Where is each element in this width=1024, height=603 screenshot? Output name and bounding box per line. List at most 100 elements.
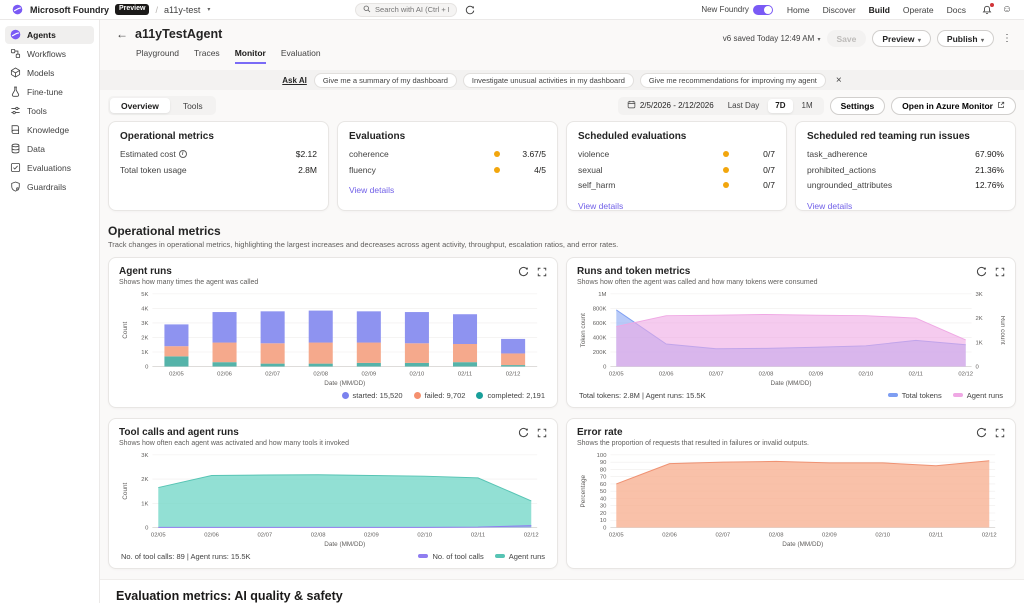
sidebar-item-fine-tune[interactable]: Fine-tune [5,83,94,101]
chevron-down-icon: ▾ [981,38,984,44]
back-arrow-icon[interactable]: ← [116,27,128,41]
nav-build[interactable]: Build [869,5,890,15]
new-foundry-toggle-group: New Foundry [701,5,773,15]
tab-monitor[interactable]: Monitor [235,48,266,64]
copilot-icon[interactable] [463,3,477,17]
sidebar-item-label: Agents [27,30,56,40]
more-options-icon[interactable]: ⋮ [1000,33,1014,44]
sidebar-item-agents[interactable]: Agents [5,26,94,44]
chart-title: Runs and token metrics [577,266,1005,277]
info-icon[interactable]: i [179,150,187,158]
tools-icon [10,105,21,118]
svg-text:5K: 5K [141,292,148,298]
copilot-icon[interactable] [518,427,529,438]
nav-docs[interactable]: Docs [947,5,966,15]
expand-icon[interactable] [536,427,547,438]
metric-label: coherence [349,149,494,159]
metric-row: prohibited_actions 21.36% [807,165,1004,175]
version-selector[interactable]: v6 saved Today 12:49 AM ▾ [723,34,821,43]
preview-button[interactable]: Preview ▾ [872,30,931,47]
nav-home[interactable]: Home [787,5,810,15]
sidebar-item-data[interactable]: Data [5,140,94,158]
chart-actions [976,266,1005,277]
tab-traces[interactable]: Traces [194,48,220,64]
svg-text:20: 20 [600,511,607,517]
search-input[interactable] [375,5,449,14]
close-icon[interactable]: × [836,75,842,86]
svg-text:0: 0 [145,364,149,370]
view-details-link[interactable]: View details [578,201,623,211]
metric-label-text: prohibited_actions [807,165,876,175]
metric-label-text: task_adherence [807,149,868,159]
legend-label: Agent runs [509,552,545,561]
metric-value: 21.36% [974,165,1004,175]
notifications-bell-icon[interactable] [980,3,994,17]
copilot-icon[interactable] [518,266,529,277]
svg-text:200K: 200K [593,350,607,356]
search-box[interactable] [355,3,457,17]
metric-card-scheduled-red-teaming-run-issues: Scheduled red teaming run issuestask_adh… [795,121,1016,211]
legend-label: started: 15,520 [353,391,403,400]
tab-playground[interactable]: Playground [136,48,179,64]
metric-label-text: violence [578,149,609,159]
view-details-link[interactable]: View details [807,201,852,211]
expand-icon[interactable] [536,266,547,277]
metric-label: self_harm [578,180,723,190]
new-foundry-toggle[interactable] [753,5,773,15]
metric-value: 2.8M [287,165,317,175]
open-azure-monitor-button[interactable]: Open in Azure Monitor [891,97,1016,115]
svg-text:02/11: 02/11 [909,371,923,377]
range-option-1m[interactable]: 1M [795,99,820,113]
range-option-7d[interactable]: 7D [768,99,792,113]
svg-text:02/05: 02/05 [609,532,624,538]
date-range-group: 2/5/2026 - 2/12/2026 Last Day7D1M [618,97,824,115]
agents-icon [10,29,21,42]
view-details-link[interactable]: View details [349,185,394,195]
sidebar-item-tools[interactable]: Tools [5,102,94,120]
expand-icon[interactable] [994,266,1005,277]
copilot-icon[interactable] [976,427,987,438]
view-tab-overview[interactable]: Overview [110,98,170,113]
date-range-picker[interactable]: 2/5/2026 - 2/12/2026 [622,100,719,111]
ask-ai-label[interactable]: Ask AI [282,76,307,85]
chart-summary-text: No. of tool calls: 89 | Agent runs: 15.5… [121,552,251,561]
metric-row: fluency4/5 [349,165,546,175]
project-selector[interactable]: a11y-test [164,5,200,15]
nav-discover[interactable]: Discover [823,5,856,15]
preview-badge: Preview [115,4,149,14]
expand-icon[interactable] [994,427,1005,438]
ask-ai-chip[interactable]: Give me a summary of my dashboard [314,73,457,88]
metric-value: 0/7 [745,180,775,190]
metric-label-text: ungrounded_attributes [807,180,892,190]
tab-evaluation[interactable]: Evaluation [281,48,321,64]
svg-text:02/09: 02/09 [809,371,824,377]
svg-text:2K: 2K [141,477,148,483]
top-navigation: Home Discover Build Operate Docs [787,5,966,15]
nav-operate[interactable]: Operate [903,5,934,15]
ask-ai-chip[interactable]: Give me recommendations for improving my… [640,73,826,88]
svg-text:Date (MM/DD): Date (MM/DD) [324,541,365,548]
range-option-last-day[interactable]: Last Day [721,99,767,113]
metric-value: 0/7 [745,149,775,159]
sidebar-item-evaluations[interactable]: Evaluations [5,159,94,177]
save-button[interactable]: Save [827,30,867,47]
sidebar-item-guardrails[interactable]: Guardrails [5,178,94,196]
settings-button[interactable]: Settings [830,97,886,115]
chart-legend: Total tokensAgent runs [888,391,1003,400]
sidebar-item-knowledge[interactable]: Knowledge [5,121,94,139]
metric-label-text: self_harm [578,180,615,190]
svg-text:10: 10 [600,518,607,524]
svg-text:02/12: 02/12 [506,371,521,377]
chart-card-error-rate: Error rateShows the proportion of reques… [566,418,1016,569]
chart-actions [518,266,547,277]
publish-button[interactable]: Publish ▾ [937,30,994,47]
sidebar-item-models[interactable]: Models [5,64,94,82]
view-tab-tools[interactable]: Tools [172,98,214,113]
metric-label: fluency [349,165,494,175]
copilot-icon[interactable] [976,266,987,277]
svg-text:3K: 3K [976,292,983,298]
sidebar-item-workflows[interactable]: Workflows [5,45,94,63]
ask-ai-chip[interactable]: Investigate unusual activities in my das… [463,73,634,88]
feedback-smiley-icon[interactable]: ☺ [1000,3,1014,17]
chart-title: Tool calls and agent runs [119,427,547,438]
